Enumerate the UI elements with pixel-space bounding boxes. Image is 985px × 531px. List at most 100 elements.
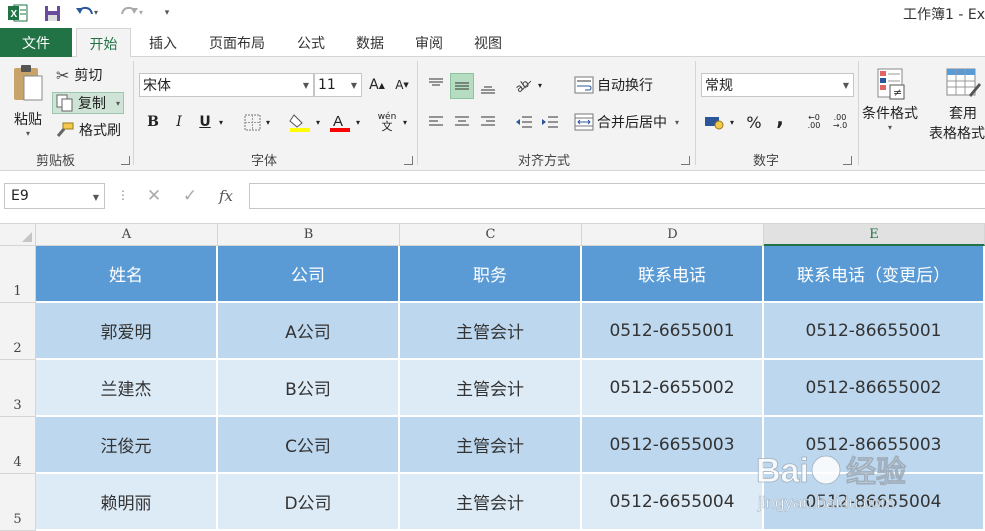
format-painter-button[interactable]: 格式刷 xyxy=(56,120,121,140)
align-middle-icon[interactable] xyxy=(450,73,474,99)
tab-view[interactable]: 视图 xyxy=(463,28,513,57)
cell-e1[interactable]: 联系电话（变更后） xyxy=(764,246,985,303)
copy-button[interactable]: 复制 ▾ xyxy=(52,92,125,114)
customize-quick-access-icon[interactable]: ▾ xyxy=(160,3,174,23)
row-header-1[interactable]: 1 xyxy=(0,246,36,303)
font-name-select[interactable]: 宋体 ▼ xyxy=(139,73,314,97)
tab-review[interactable]: 审阅 xyxy=(404,28,454,57)
row-header-5[interactable]: 5 xyxy=(0,474,36,531)
cell-e4[interactable]: 0512-86655003 xyxy=(764,417,985,474)
tab-insert[interactable]: 插入 xyxy=(138,28,188,57)
decrease-decimal-icon[interactable]: .00 →.0 xyxy=(829,111,851,133)
italic-button[interactable]: I xyxy=(168,111,190,133)
row-header-2[interactable]: 2 xyxy=(0,303,36,360)
cancel-icon[interactable]: ✕ xyxy=(143,185,165,207)
tab-file[interactable]: 文件 xyxy=(0,28,72,58)
column-header-c[interactable]: C xyxy=(400,224,582,246)
borders-icon[interactable] xyxy=(241,111,263,133)
column-header-d[interactable]: D xyxy=(582,224,764,246)
orientation-dropdown-icon[interactable]: ▾ xyxy=(534,74,546,96)
undo-icon[interactable]: ▾ xyxy=(74,3,102,23)
number-launcher-icon[interactable] xyxy=(843,156,852,165)
column-header-a[interactable]: A xyxy=(36,224,218,246)
redo-icon[interactable]: ▾ xyxy=(117,3,145,23)
tab-home[interactable]: 开始 xyxy=(76,28,131,58)
cell-d2[interactable]: 0512-6655001 xyxy=(582,303,764,360)
phonetic-dropdown-icon[interactable]: ▾ xyxy=(399,111,411,133)
font-launcher-icon[interactable] xyxy=(404,156,413,165)
decrease-indent-icon[interactable] xyxy=(513,111,535,133)
cell-a2[interactable]: 郭爱明 xyxy=(36,303,218,360)
conditional-formatting-button[interactable]: ≠ 条件格式 ▾ xyxy=(862,67,918,132)
save-icon[interactable] xyxy=(42,3,62,23)
select-all-button[interactable] xyxy=(0,224,36,246)
align-top-icon[interactable] xyxy=(425,73,447,95)
cell-c3[interactable]: 主管会计 xyxy=(400,360,582,417)
shrink-font-icon[interactable]: A ▼ xyxy=(391,74,413,96)
cell-d3[interactable]: 0512-6655002 xyxy=(582,360,764,417)
font-color-icon[interactable]: A xyxy=(329,111,351,133)
bold-button[interactable]: B xyxy=(142,111,164,133)
cell-e2[interactable]: 0512-86655001 xyxy=(764,303,985,360)
cell-c4[interactable]: 主管会计 xyxy=(400,417,582,474)
cell-c5[interactable]: 主管会计 xyxy=(400,474,582,531)
cell-a5[interactable]: 赖明丽 xyxy=(36,474,218,531)
font-color-dropdown-icon[interactable]: ▾ xyxy=(352,111,364,133)
merge-center-button[interactable]: 合并后居中 ▾ xyxy=(574,112,679,132)
cell-d5[interactable]: 0512-6655004 xyxy=(582,474,764,531)
number-format-select[interactable]: 常规 ▼ xyxy=(701,73,854,97)
tab-formulas[interactable]: 公式 xyxy=(286,28,336,57)
row-header-4[interactable]: 4 xyxy=(0,417,36,474)
comma-style-button[interactable]: , xyxy=(769,106,791,130)
cell-a1[interactable]: 姓名 xyxy=(36,246,218,303)
column-header-b[interactable]: B xyxy=(218,224,400,246)
cell-d4[interactable]: 0512-6655003 xyxy=(582,417,764,474)
fill-color-dropdown-icon[interactable]: ▾ xyxy=(312,111,324,133)
cell-d1[interactable]: 联系电话 xyxy=(582,246,764,303)
cell-e5[interactable]: 0512-86655004 xyxy=(764,474,985,531)
wrap-text-button[interactable]: 自动换行 xyxy=(574,75,653,95)
insert-function-icon[interactable]: fx xyxy=(215,185,237,207)
grow-font-icon[interactable]: A ▲ xyxy=(366,74,388,96)
clipboard-launcher-icon[interactable] xyxy=(121,156,130,165)
increase-indent-icon[interactable] xyxy=(539,111,561,133)
format-as-table-button[interactable]: 套用 表格格式 xyxy=(929,67,985,143)
formula-input[interactable] xyxy=(249,183,985,209)
column-header-e[interactable]: E xyxy=(764,224,985,246)
cell-b3[interactable]: B公司 xyxy=(218,360,400,417)
underline-button[interactable]: U xyxy=(194,111,216,133)
percent-button[interactable]: % xyxy=(743,111,765,133)
cell-b5[interactable]: D公司 xyxy=(218,474,400,531)
orientation-icon[interactable]: ab xyxy=(513,74,535,96)
tab-page-layout[interactable]: 页面布局 xyxy=(196,28,278,57)
align-left-icon[interactable] xyxy=(425,111,447,133)
cell-a4[interactable]: 汪俊元 xyxy=(36,417,218,474)
cell-b2[interactable]: A公司 xyxy=(218,303,400,360)
cell-c1[interactable]: 职务 xyxy=(400,246,582,303)
cell-a3[interactable]: 兰建杰 xyxy=(36,360,218,417)
paintbrush-icon xyxy=(56,122,74,137)
cell-e3[interactable]: 0512-86655002 xyxy=(764,360,985,417)
align-center-icon[interactable] xyxy=(451,111,473,133)
borders-dropdown-icon[interactable]: ▾ xyxy=(262,111,274,133)
cell-b1[interactable]: 公司 xyxy=(218,246,400,303)
phonetic-guide-icon[interactable]: wén 文 xyxy=(376,111,398,133)
font-size-select[interactable]: 11 ▼ xyxy=(314,73,362,97)
accounting-format-icon[interactable] xyxy=(703,111,725,133)
cell-b4[interactable]: C公司 xyxy=(218,417,400,474)
increase-decimal-icon[interactable]: ←0.00 xyxy=(803,111,825,133)
tab-data[interactable]: 数据 xyxy=(345,28,395,57)
row-header-3[interactable]: 3 xyxy=(0,360,36,417)
alignment-launcher-icon[interactable] xyxy=(681,156,690,165)
enter-icon[interactable]: ✓ xyxy=(179,185,201,207)
more-options-icon[interactable]: ⋮ xyxy=(117,188,129,202)
fill-color-icon[interactable] xyxy=(289,111,311,133)
underline-dropdown-icon[interactable]: ▾ xyxy=(215,111,227,133)
cut-button[interactable]: ✂ 剪切 xyxy=(56,65,102,85)
align-bottom-icon[interactable] xyxy=(477,77,499,99)
name-box[interactable]: E9 ▼ xyxy=(4,183,105,209)
paste-button[interactable]: 粘贴 ▾ xyxy=(6,63,50,141)
cell-c2[interactable]: 主管会计 xyxy=(400,303,582,360)
accounting-dropdown-icon[interactable]: ▾ xyxy=(726,111,738,133)
align-right-icon[interactable] xyxy=(477,111,499,133)
